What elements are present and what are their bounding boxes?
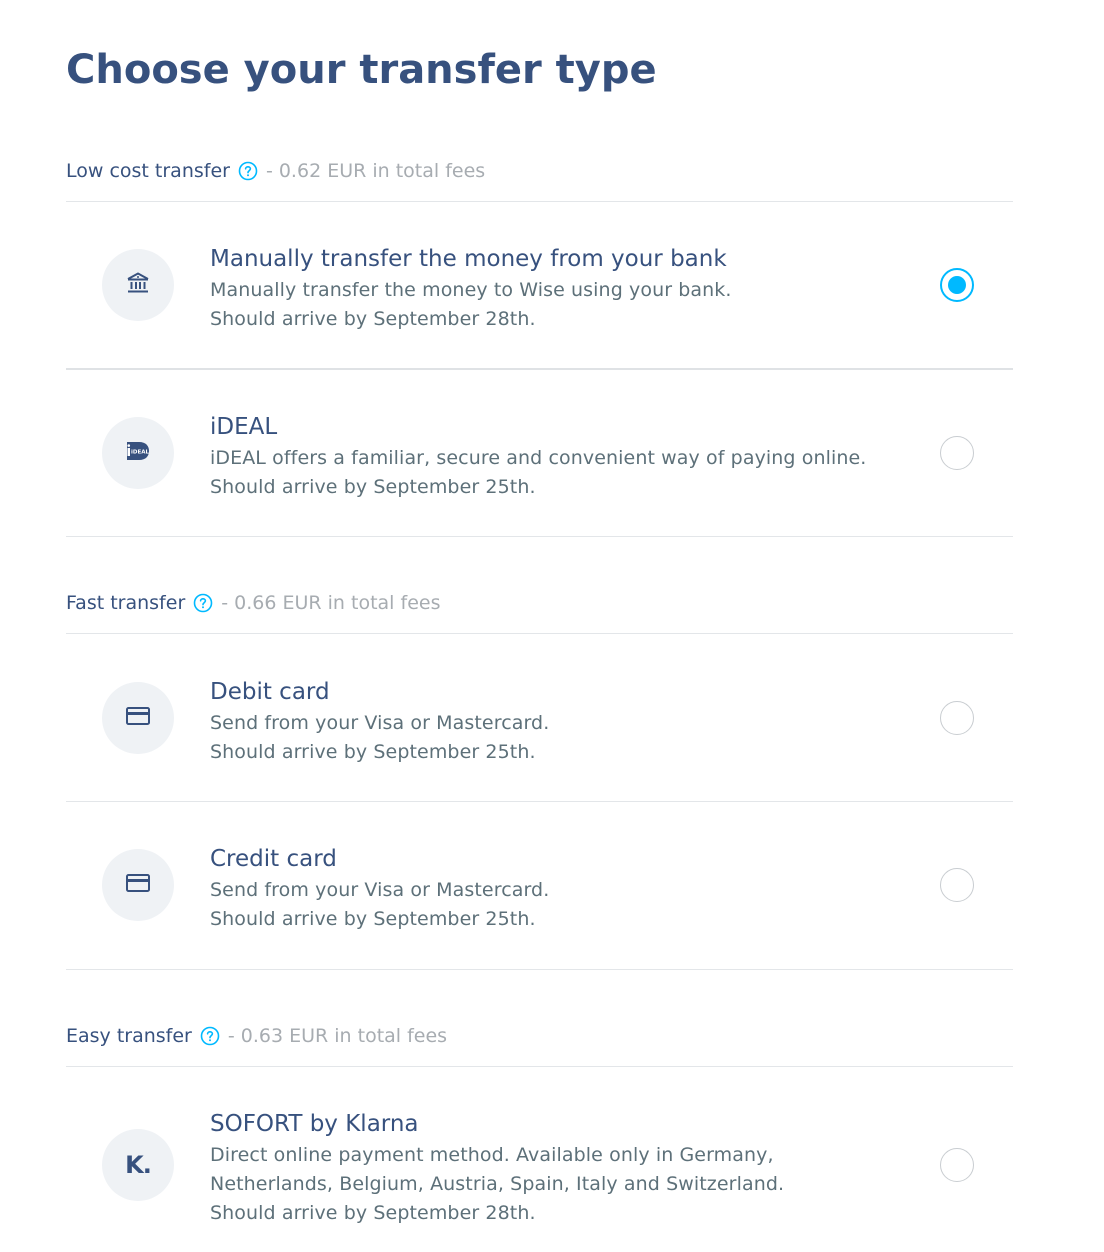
group-header-easy: Easy transfer - 0.63 EUR in total fees — [66, 1021, 447, 1051]
option-credit-card[interactable]: Credit card Send from your Visa or Maste… — [66, 842, 1013, 938]
ideal-logo-text: iDEAL — [131, 450, 149, 456]
help-icon[interactable] — [200, 1026, 220, 1046]
option-description: Send from your Visa or Mastercard. — [210, 879, 550, 901]
option-arrival: Should arrive by September 25th. — [210, 908, 536, 930]
fee-text: - 0.62 EUR in total fees — [265, 160, 486, 182]
option-title: iDEAL — [210, 414, 278, 440]
option-text: Debit card Send from your Visa or Master… — [210, 675, 910, 767]
option-title: Credit card — [210, 846, 337, 872]
help-icon[interactable] — [193, 593, 213, 613]
divider — [66, 1066, 1013, 1067]
radio-unselected[interactable] — [940, 1148, 974, 1182]
bank-icon — [125, 270, 151, 300]
fee-text: - 0.66 EUR in total fees — [221, 592, 441, 614]
group-name: Fast transfer — [66, 592, 186, 614]
divider — [66, 969, 1013, 970]
option-arrival: Should arrive by September 25th. — [210, 476, 536, 498]
bank-icon-circle — [102, 249, 174, 321]
option-arrival: Should arrive by September 28th. — [210, 1202, 536, 1224]
option-description: Manually transfer the money to Wise usin… — [210, 279, 732, 301]
page-title: Choose your transfer type — [66, 47, 657, 93]
radio-unselected[interactable] — [940, 436, 974, 470]
ideal-icon-circle: iDEAL — [102, 417, 174, 489]
radio-selected[interactable] — [940, 268, 974, 302]
option-sofort-klarna[interactable]: K. SOFORT by Klarna Direct online paymen… — [66, 1107, 1013, 1232]
klarna-icon: K. — [125, 1151, 152, 1179]
ideal-icon: iDEAL — [125, 440, 151, 466]
option-ideal[interactable]: iDEAL iDEAL iDEAL offers a familiar, sec… — [66, 410, 1013, 506]
option-text: SOFORT by Klarna Direct online payment m… — [210, 1107, 910, 1228]
option-description-line: Netherlands, Belgium, Austria, Spain, It… — [210, 1173, 785, 1195]
option-arrival: Should arrive by September 28th. — [210, 308, 536, 330]
option-text: Credit card Send from your Visa or Maste… — [210, 842, 910, 934]
option-description: Send from your Visa or Mastercard. — [210, 712, 550, 734]
divider — [66, 368, 1013, 370]
option-description-line: Direct online payment method. Available … — [210, 1144, 774, 1166]
radio-dot — [948, 276, 966, 294]
card-icon-circle — [102, 682, 174, 754]
option-title: Debit card — [210, 679, 330, 705]
divider — [66, 633, 1013, 634]
option-bank-transfer[interactable]: Manually transfer the money from your ba… — [66, 242, 1013, 338]
group-header-fast: Fast transfer - 0.66 EUR in total fees — [66, 588, 440, 618]
group-header-low-cost: Low cost transfer - 0.62 EUR in total fe… — [66, 156, 485, 186]
divider — [66, 536, 1013, 537]
option-title: Manually transfer the money from your ba… — [210, 246, 727, 272]
option-text: Manually transfer the money from your ba… — [210, 242, 910, 334]
radio-unselected[interactable] — [940, 868, 974, 902]
option-debit-card[interactable]: Debit card Send from your Visa or Master… — [66, 675, 1013, 771]
option-text: iDEAL iDEAL offers a familiar, secure an… — [210, 410, 910, 502]
klarna-icon-circle: K. — [102, 1129, 174, 1201]
help-icon[interactable] — [238, 161, 258, 181]
option-arrival: Should arrive by September 25th. — [210, 741, 536, 763]
radio-unselected[interactable] — [940, 701, 974, 735]
card-icon — [125, 706, 151, 730]
card-icon — [125, 873, 151, 897]
divider — [66, 801, 1013, 802]
option-title: SOFORT by Klarna — [210, 1111, 419, 1137]
divider — [66, 201, 1013, 202]
group-name: Low cost transfer — [66, 160, 230, 182]
card-icon-circle — [102, 849, 174, 921]
fee-text: - 0.63 EUR in total fees — [227, 1025, 448, 1047]
group-name: Easy transfer — [66, 1025, 192, 1047]
option-description: iDEAL offers a familiar, secure and conv… — [210, 447, 867, 469]
